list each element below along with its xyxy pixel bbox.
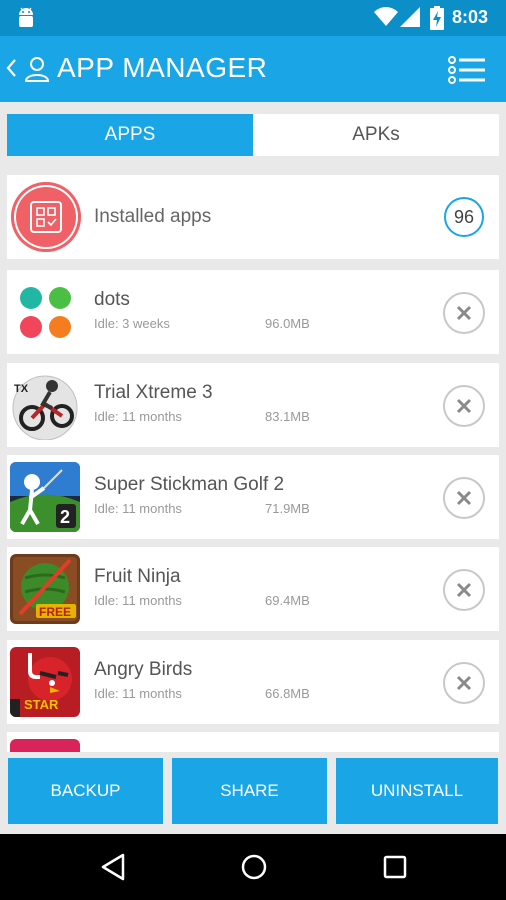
angry-birds-app-icon: STAR <box>10 647 80 717</box>
person-icon <box>24 56 50 87</box>
app-name: Super Stickman Golf 2 <box>94 474 285 495</box>
fruit-ninja-app-icon: FREE <box>10 554 80 624</box>
tab-apps[interactable]: APPS <box>7 114 253 156</box>
installed-count-badge: 96 <box>444 197 484 237</box>
app-name: dots <box>94 289 130 310</box>
app-idle: Idle: 11 months <box>94 593 182 608</box>
status-bar: 8:03 <box>0 0 506 36</box>
backup-button[interactable]: BACKUP <box>8 758 163 824</box>
remove-app-button[interactable] <box>443 569 485 611</box>
nav-back-icon[interactable] <box>100 853 126 886</box>
status-time: 8:03 <box>452 7 489 27</box>
close-icon <box>456 305 472 321</box>
apps-grid-icon <box>11 182 81 252</box>
app-size: 71.9MB <box>265 501 310 516</box>
app-size: 69.4MB <box>265 593 310 608</box>
app-idle: Idle: 11 months <box>94 409 182 424</box>
stickman-golf-app-icon: 2 <box>10 462 80 532</box>
back-chevron-icon[interactable] <box>5 58 17 83</box>
app-idle: Idle: 11 months <box>94 501 182 516</box>
nav-recents-icon[interactable] <box>383 855 407 884</box>
close-icon <box>456 675 472 691</box>
close-icon <box>456 582 472 598</box>
app-row[interactable]: STAR Angry Birds Idle: 11 months 66.8MB <box>7 640 499 724</box>
svg-text:FREE: FREE <box>39 605 71 619</box>
installed-apps-label: Installed apps <box>94 206 212 227</box>
svg-text:2: 2 <box>60 507 70 527</box>
app-name: Fruit Ninja <box>94 566 181 587</box>
app-name: Angry Birds <box>94 659 193 680</box>
app-icon <box>10 739 80 752</box>
close-icon <box>456 490 472 506</box>
system-nav-bar <box>0 834 506 900</box>
android-debug-icon <box>16 6 36 30</box>
app-size: 66.8MB <box>265 686 310 701</box>
app-size: 83.1MB <box>265 409 310 424</box>
remove-app-button[interactable] <box>443 662 485 704</box>
app-row[interactable]: dots Idle: 3 weeks 96.0MB <box>7 270 499 354</box>
wifi-icon <box>374 7 398 32</box>
battery-charging-icon <box>430 6 444 35</box>
nav-home-icon[interactable] <box>241 853 267 886</box>
remove-app-button[interactable] <box>443 292 485 334</box>
close-icon <box>456 398 472 414</box>
app-row[interactable]: TX Trial Xtreme 3 Idle: 11 months 83.1MB <box>7 363 499 447</box>
app-row[interactable] <box>7 732 499 752</box>
signal-icon <box>400 7 420 32</box>
share-button[interactable]: SHARE <box>172 758 327 824</box>
remove-app-button[interactable] <box>443 477 485 519</box>
installed-apps-card[interactable]: Installed apps 96 <box>7 175 499 259</box>
remove-app-button[interactable] <box>443 385 485 427</box>
app-size: 96.0MB <box>265 316 310 331</box>
app-row[interactable]: 2 Super Stickman Golf 2 Idle: 11 months … <box>7 455 499 539</box>
uninstall-button[interactable]: UNINSTALL <box>336 758 498 824</box>
tab-bar: APPS APKs <box>7 114 499 156</box>
action-bar: BACKUP SHARE UNINSTALL <box>0 752 506 834</box>
dots-app-icon <box>10 277 80 347</box>
app-idle: Idle: 11 months <box>94 686 182 701</box>
app-bar: APP MANAGER <box>0 36 506 102</box>
svg-text:TX: TX <box>14 383 29 395</box>
trial-xtreme-app-icon: TX <box>10 370 80 440</box>
app-name: Trial Xtreme 3 <box>94 382 213 403</box>
tab-apks[interactable]: APKs <box>253 114 499 156</box>
svg-text:STAR: STAR <box>24 697 59 712</box>
page-title: APP MANAGER <box>57 52 268 83</box>
list-menu-icon[interactable] <box>448 56 486 89</box>
app-idle: Idle: 3 weeks <box>94 316 170 331</box>
app-row[interactable]: FREE Fruit Ninja Idle: 11 months 69.4MB <box>7 547 499 631</box>
